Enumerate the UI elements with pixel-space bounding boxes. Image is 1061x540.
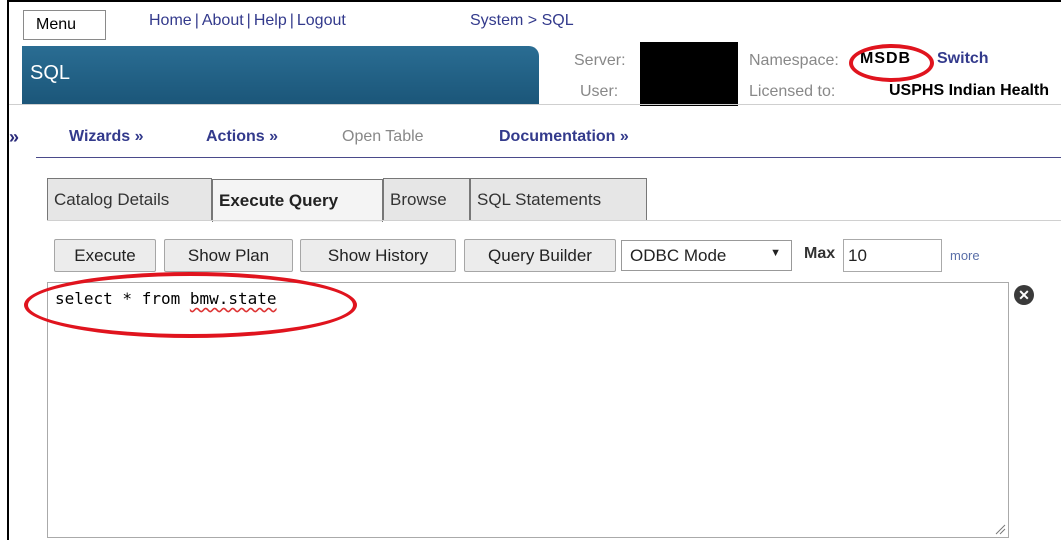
redacted-user-value (640, 76, 738, 106)
show-plan-button[interactable]: Show Plan (164, 239, 293, 272)
nav-documentation[interactable]: Documentation » (499, 128, 629, 146)
resize-grip-icon[interactable] (994, 523, 1006, 535)
execute-button[interactable]: Execute (54, 239, 156, 272)
menu-button[interactable]: Menu (23, 10, 106, 40)
link-separator: | (246, 12, 251, 29)
user-label: User: (580, 83, 619, 100)
redacted-server-value (640, 42, 738, 78)
page-title: SQL (30, 62, 71, 84)
title-bar: SQL (22, 46, 539, 104)
query-table: bmw.state (189, 289, 277, 308)
switch-namespace-link[interactable]: Switch (937, 50, 989, 68)
query-builder-button[interactable]: Query Builder (464, 239, 616, 272)
breadcrumb: System > SQL (470, 12, 574, 29)
max-label: Max (804, 245, 836, 262)
mode-select[interactable]: ODBC Mode ▼ (621, 240, 792, 271)
licensed-value: USPHS Indian Health (889, 82, 1050, 99)
server-label: Server: (574, 52, 626, 69)
header-divider (9, 104, 1061, 105)
nav-open-table[interactable]: Open Table (342, 128, 424, 146)
query-prefix: select * from (55, 289, 190, 308)
home-link[interactable]: Home (149, 12, 192, 29)
query-text: select * from bmw.state (55, 289, 277, 308)
caret-down-icon: ▼ (770, 247, 781, 259)
app-frame: Menu Home | About | Help | Logout System > SQL… (7, 0, 1061, 540)
namespace-value: MSDB (860, 50, 912, 67)
nav-divider (36, 157, 1061, 158)
namespace-label: Namespace: (749, 52, 839, 69)
link-separator: | (289, 12, 294, 29)
logout-link[interactable]: Logout (297, 12, 346, 29)
more-link[interactable]: more (950, 248, 980, 263)
tab-execute-query[interactable]: Execute Query (212, 179, 383, 222)
show-history-button[interactable]: Show History (300, 239, 456, 272)
nav-wizards[interactable]: Wizards » (69, 128, 144, 146)
about-link[interactable]: About (202, 12, 244, 29)
tab-catalog-details[interactable]: Catalog Details (47, 178, 212, 220)
help-link[interactable]: Help (254, 12, 287, 29)
query-editor[interactable]: select * from bmw.state (47, 282, 1009, 538)
max-rows-input[interactable]: 10 (843, 239, 942, 272)
licensed-label: Licensed to: (749, 83, 836, 100)
mode-select-value: ODBC Mode (630, 245, 727, 265)
top-links: Home | About | Help | Logout (149, 12, 346, 30)
close-circle-icon[interactable]: ✕ (1014, 285, 1034, 305)
nav-expand-icon[interactable]: » (9, 127, 19, 148)
tab-divider (47, 220, 1061, 221)
tab-browse[interactable]: Browse (383, 178, 470, 220)
link-separator: | (194, 12, 199, 29)
nav-actions[interactable]: Actions » (206, 128, 278, 146)
tab-sql-statements[interactable]: SQL Statements (470, 178, 647, 220)
